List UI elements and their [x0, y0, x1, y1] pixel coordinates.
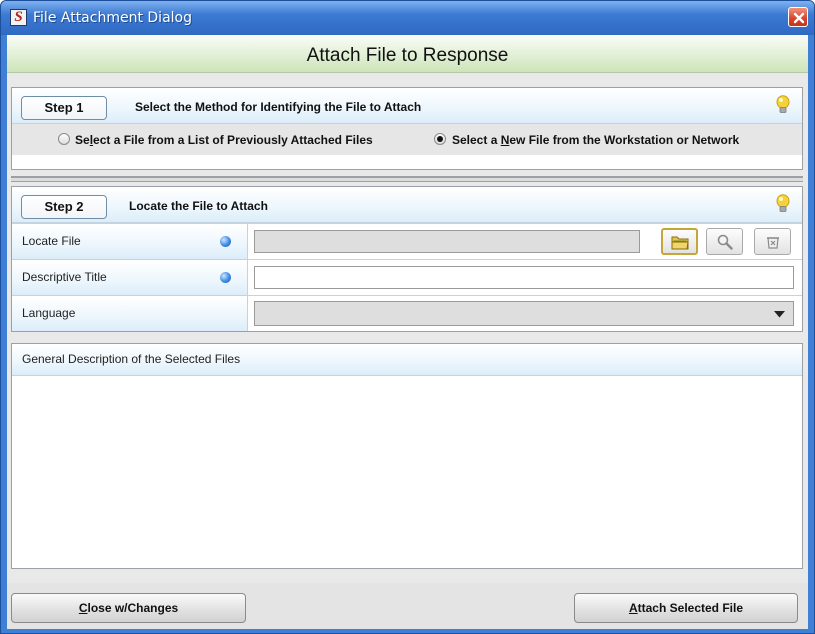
- window-title: File Attachment Dialog: [33, 10, 192, 26]
- radio-previous-files-label[interactable]: Select a File from a List of Previously …: [75, 133, 373, 147]
- dialog-heading: Attach File to Response: [306, 45, 509, 66]
- required-dot-icon: [220, 272, 231, 283]
- step2-instruction: Locate the File to Attach: [129, 199, 268, 213]
- clear-file-button[interactable]: [754, 228, 791, 255]
- step2-button[interactable]: Step 2: [21, 195, 107, 219]
- view-file-button[interactable]: [706, 228, 743, 255]
- chevron-down-icon[interactable]: [774, 311, 785, 318]
- dialog-content: Attach File to Response Step 1 Select th…: [7, 35, 808, 629]
- magnifier-icon: [717, 234, 733, 250]
- method-radio-group: Select a File from a List of Previously …: [12, 124, 802, 155]
- step1-header: Step 1 Select the Method for Identifying…: [12, 88, 802, 124]
- app-icon: S: [10, 9, 27, 26]
- step1-instruction: Select the Method for Identifying the Fi…: [135, 100, 422, 114]
- language-label: Language: [12, 296, 248, 331]
- attach-selected-file-button[interactable]: Attach Selected File: [574, 593, 798, 623]
- step2-section: Step 2 Locate the File to Attach Locate …: [11, 186, 803, 332]
- locate-file-input[interactable]: [254, 230, 640, 253]
- dialog-footer: Close w/Changes Attach Selected File: [7, 583, 808, 629]
- step2-header: Step 2 Locate the File to Attach: [12, 187, 802, 223]
- descriptive-title-label: Descriptive Title: [12, 260, 248, 295]
- close-button[interactable]: [788, 7, 808, 27]
- header-band: Attach File to Response: [7, 35, 808, 73]
- dialog-window: S File Attachment Dialog Attach File to …: [0, 0, 815, 634]
- descriptive-title-input[interactable]: [254, 266, 794, 289]
- language-row: Language: [12, 295, 802, 331]
- browse-file-button[interactable]: [661, 228, 698, 255]
- radio-previous-files[interactable]: [58, 133, 70, 145]
- step1-section: Step 1 Select the Method for Identifying…: [11, 87, 803, 170]
- language-select[interactable]: [254, 301, 794, 326]
- clear-icon: [766, 236, 779, 249]
- required-dot-icon: [220, 236, 231, 247]
- title-bar[interactable]: S File Attachment Dialog: [1, 1, 814, 35]
- radio-new-file-label[interactable]: Select a New File from the Workstation o…: [452, 133, 739, 147]
- step1-button[interactable]: Step 1: [21, 96, 107, 120]
- close-with-changes-button[interactable]: Close w/Changes: [11, 593, 246, 623]
- locate-file-row: Locate File: [12, 223, 802, 259]
- lightbulb-icon[interactable]: [776, 95, 790, 115]
- lightbulb-icon[interactable]: [776, 194, 790, 214]
- description-label: General Description of the Selected File…: [12, 344, 802, 376]
- locate-file-label: Locate File: [12, 224, 248, 259]
- folder-icon: [671, 236, 689, 249]
- descriptive-title-row: Descriptive Title: [12, 259, 802, 295]
- close-icon: [793, 12, 805, 24]
- description-section: General Description of the Selected File…: [11, 343, 803, 569]
- section-divider: [11, 176, 803, 182]
- radio-new-file[interactable]: [434, 133, 446, 145]
- description-textarea[interactable]: [12, 376, 802, 568]
